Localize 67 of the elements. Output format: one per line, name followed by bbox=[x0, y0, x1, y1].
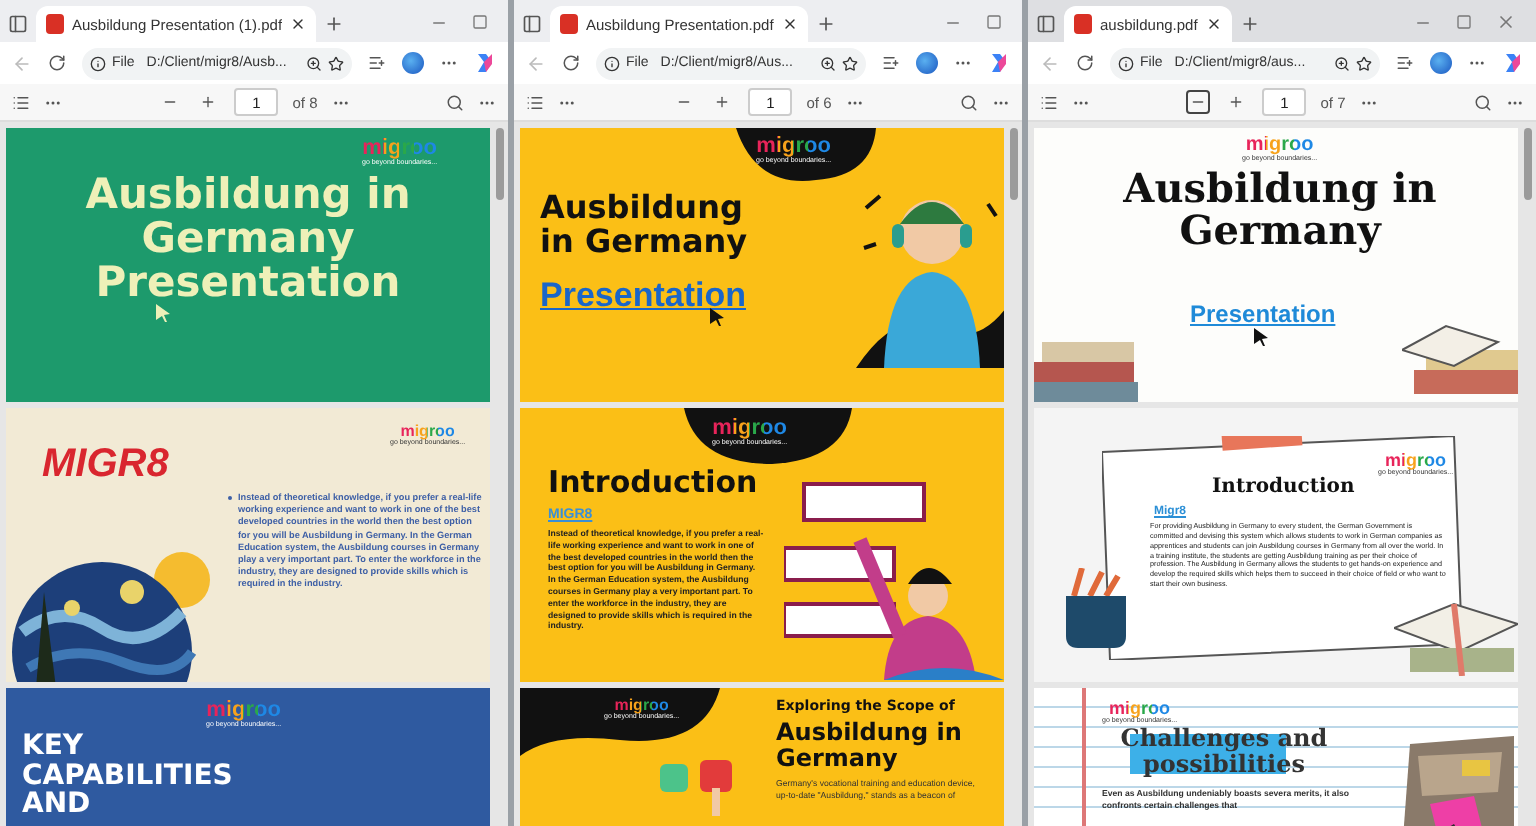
books-drawing bbox=[1034, 342, 1138, 402]
pdf-icon bbox=[46, 14, 64, 34]
refresh-icon[interactable] bbox=[48, 54, 66, 72]
cursor-icon bbox=[1254, 328, 1270, 346]
info-icon bbox=[604, 55, 620, 71]
zoom-icon[interactable] bbox=[820, 55, 836, 71]
scrollbar[interactable] bbox=[1524, 128, 1532, 200]
profile-avatar[interactable] bbox=[916, 52, 938, 74]
search-icon[interactable] bbox=[960, 93, 979, 111]
plus-icon bbox=[200, 94, 217, 110]
favorites-icon[interactable] bbox=[1396, 54, 1414, 72]
contents-icon[interactable] bbox=[526, 93, 544, 111]
new-tab-icon[interactable] bbox=[815, 14, 836, 34]
slide-title: Ausbildung in Germany Presentation bbox=[83, 172, 413, 305]
slide-title: Ausbildung in Germany bbox=[776, 720, 964, 771]
scrollbar[interactable] bbox=[496, 128, 504, 200]
favorite-icon[interactable] bbox=[842, 55, 858, 71]
search-icon[interactable] bbox=[1474, 93, 1493, 111]
favorite-icon[interactable] bbox=[328, 55, 344, 71]
slide-title: Introduction bbox=[548, 468, 758, 500]
search-icon[interactable] bbox=[446, 93, 465, 111]
favorites-icon[interactable] bbox=[368, 54, 386, 72]
copilot-icon[interactable] bbox=[474, 52, 496, 74]
phone-drawing bbox=[660, 760, 732, 820]
card-title: Introduction bbox=[1212, 478, 1355, 499]
contents-icon[interactable] bbox=[12, 93, 30, 111]
refresh-icon[interactable] bbox=[562, 54, 580, 72]
cursor-icon bbox=[156, 304, 172, 322]
pdf-icon bbox=[560, 14, 578, 34]
close-tab-icon[interactable] bbox=[781, 16, 798, 32]
tab-actions-icon[interactable] bbox=[1036, 14, 1056, 34]
info-icon bbox=[1118, 55, 1134, 71]
copilot-icon[interactable] bbox=[988, 52, 1010, 74]
profile-avatar[interactable] bbox=[402, 52, 424, 74]
zoom-icon[interactable] bbox=[306, 55, 322, 71]
books-drawing bbox=[1402, 324, 1518, 394]
pdf-icon bbox=[1074, 14, 1092, 34]
brand-title: MIGR8 bbox=[42, 444, 169, 486]
logo: migroo bbox=[1109, 700, 1171, 718]
favorite-icon[interactable] bbox=[1356, 55, 1372, 71]
contents-icon[interactable] bbox=[1040, 93, 1058, 111]
maximize-icon[interactable] bbox=[986, 14, 1002, 30]
zoom-out-button[interactable] bbox=[1186, 90, 1211, 114]
cursor-icon bbox=[710, 308, 726, 326]
copilot-icon[interactable] bbox=[1502, 52, 1524, 74]
logo: migroo bbox=[206, 700, 281, 722]
profile-avatar[interactable] bbox=[1430, 52, 1452, 74]
slide-title: KEY CAPABILITIES AND bbox=[22, 732, 235, 821]
new-tab-icon[interactable] bbox=[324, 14, 345, 34]
favorites-icon[interactable] bbox=[882, 54, 900, 72]
plus-icon bbox=[1228, 94, 1245, 110]
scrollbar[interactable] bbox=[1010, 128, 1018, 200]
logo: migroo bbox=[400, 424, 455, 440]
slide-title: Ausbildung in Germany bbox=[1121, 168, 1439, 252]
zoom-icon[interactable] bbox=[1334, 55, 1350, 71]
plus-icon bbox=[714, 94, 731, 110]
close-tab-icon[interactable] bbox=[290, 16, 307, 32]
new-tab-icon[interactable] bbox=[1239, 14, 1260, 34]
maximize-icon[interactable] bbox=[472, 14, 488, 30]
slide-title: Ausbildung in Germany bbox=[540, 192, 750, 260]
tab-actions-icon[interactable] bbox=[522, 14, 542, 34]
close-tab-icon[interactable] bbox=[1205, 16, 1222, 32]
logo: migroo bbox=[1245, 136, 1314, 156]
close-window-icon[interactable] bbox=[1496, 12, 1516, 32]
tab-actions-icon[interactable] bbox=[8, 14, 28, 34]
refresh-icon[interactable] bbox=[1076, 54, 1094, 72]
info-icon bbox=[90, 55, 106, 71]
